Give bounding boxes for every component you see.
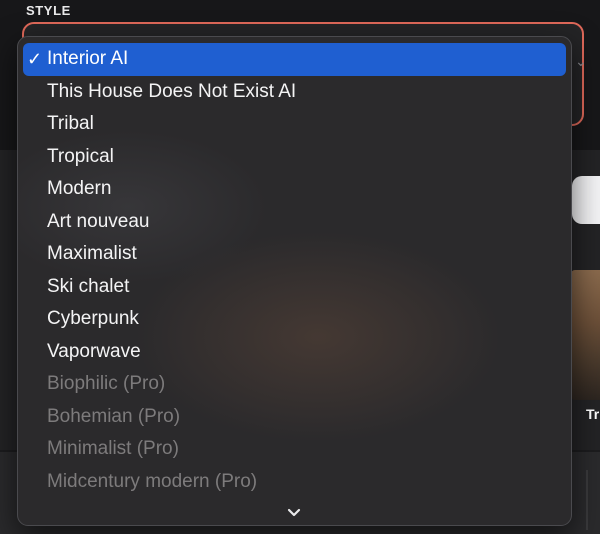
menu-item-label: Tropical xyxy=(47,145,114,167)
menu-item-modern[interactable]: Modern xyxy=(23,173,566,206)
menu-item-tribal[interactable]: Tribal xyxy=(23,108,566,141)
menu-item-label: Modern xyxy=(47,178,112,199)
menu-item-label: Ski chalet xyxy=(47,275,130,297)
menu-item-biophilic-pro: Biophilic (Pro) xyxy=(23,368,566,401)
screen: STYLE ⌄ Tr ✓ Interior AI This House Does N… xyxy=(0,0,600,534)
chevron-down-icon[interactable] xyxy=(286,507,302,519)
menu-item-maximalist[interactable]: Maximalist xyxy=(23,238,566,271)
menu-item-label: Vaporwave xyxy=(47,340,141,362)
thumbnail-caption: Tr xyxy=(586,406,600,422)
menu-item-midcentury-modern-pro: Midcentury modern (Pro) xyxy=(23,466,566,499)
menu-item-tropical[interactable]: Tropical xyxy=(23,141,566,174)
menu-item-bohemian-pro: Bohemian (Pro) xyxy=(23,401,566,434)
menu-item-label: Interior AI xyxy=(47,48,129,69)
menu-item-ski-chalet[interactable]: Ski chalet xyxy=(23,271,566,304)
menu-item-minimalist-pro: Minimalist (Pro) xyxy=(23,433,566,466)
menu-item-label: Bohemian (Pro) xyxy=(47,405,181,427)
menu-item-label: This House Does Not Exist AI xyxy=(47,80,297,102)
menu-item-interior-ai[interactable]: ✓ Interior AI xyxy=(23,43,566,76)
style-thumbnail[interactable] xyxy=(571,270,600,400)
menu-item-label: Maximalist xyxy=(47,243,137,264)
toolbar-divider xyxy=(586,470,588,530)
menu-item-label: Tribal xyxy=(47,113,94,134)
menu-item-label: Art nouveau xyxy=(47,210,150,232)
menu-item-label: Midcentury modern (Pro) xyxy=(47,470,258,492)
menu-item-cyberpunk[interactable]: Cyberpunk xyxy=(23,303,566,336)
style-section-label: STYLE xyxy=(26,3,71,18)
style-options-list: ✓ Interior AI This House Does Not Exist AI… xyxy=(23,43,566,498)
menu-item-label: Cyberpunk xyxy=(47,308,139,329)
menu-item-label: Biophilic (Pro) xyxy=(47,373,166,394)
menu-item-this-house-does-not-exist-ai[interactable]: This House Does Not Exist AI xyxy=(23,76,566,109)
style-dropdown-menu: ✓ Interior AI This House Does Not Exist AI… xyxy=(17,36,572,526)
background-button[interactable] xyxy=(572,176,600,224)
checkmark-icon: ✓ xyxy=(27,49,43,69)
menu-item-label: Minimalist (Pro) xyxy=(47,438,179,459)
menu-item-art-nouveau[interactable]: Art nouveau xyxy=(23,206,566,239)
select-chevron-icon: ⌄ xyxy=(575,53,587,69)
menu-item-vaporwave[interactable]: Vaporwave xyxy=(23,336,566,369)
